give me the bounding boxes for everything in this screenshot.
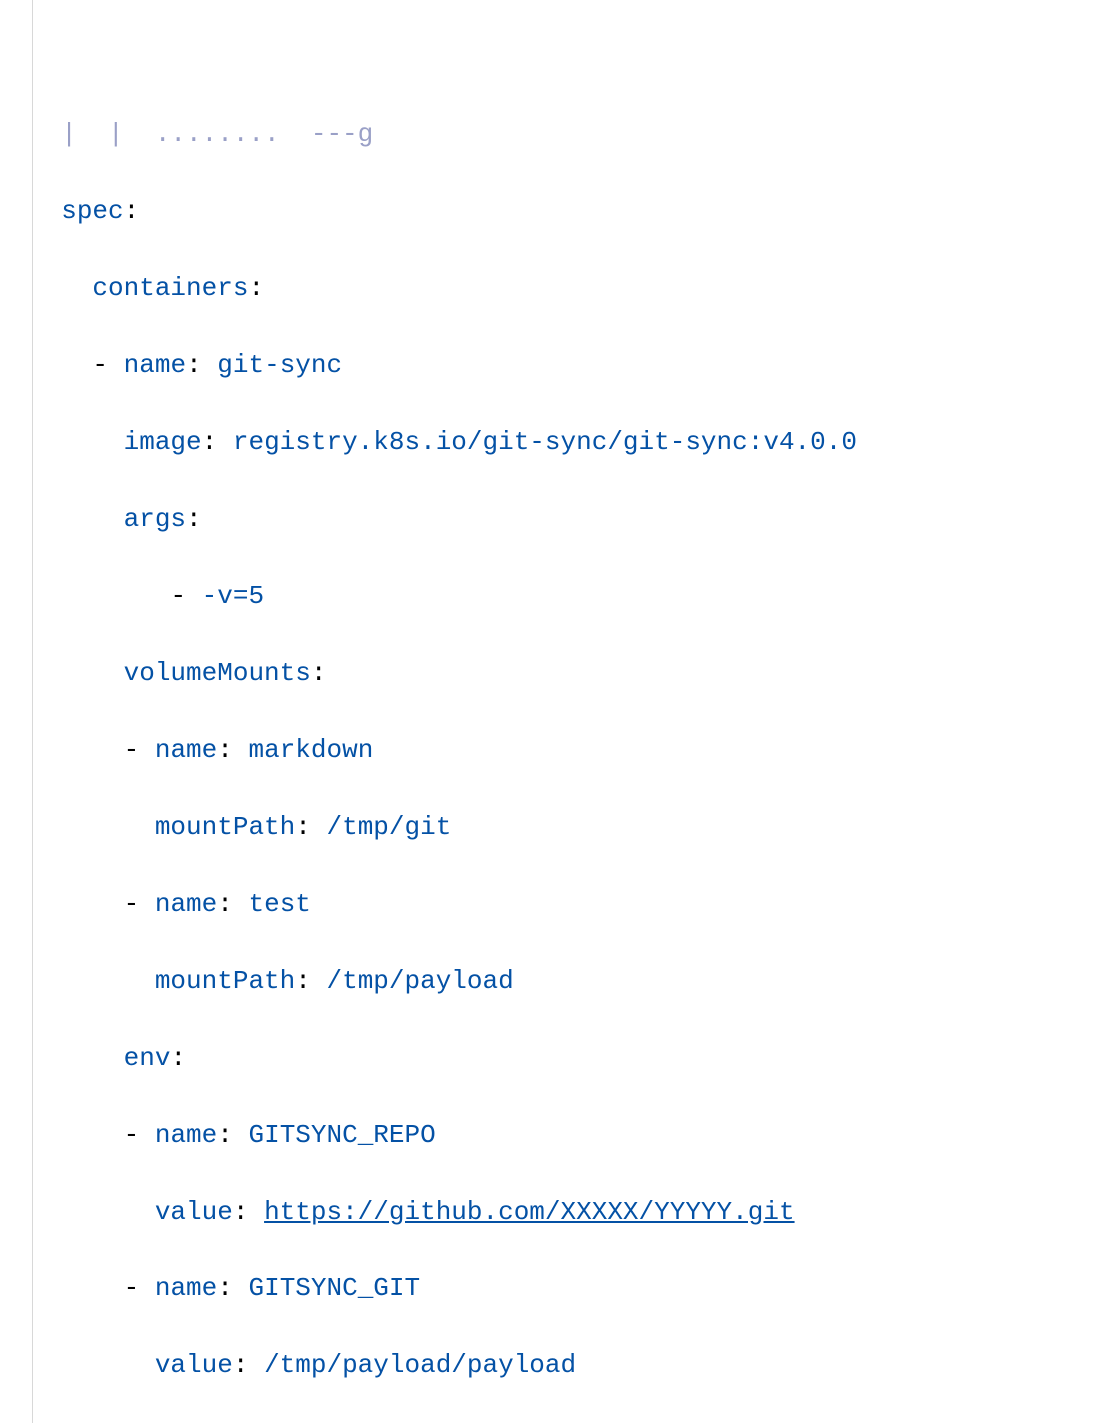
- code-line: - -v=5: [0, 577, 1106, 615]
- code-line: | | ........ ---g: [0, 115, 1106, 153]
- yaml-code-block: | | ........ ---g spec: containers: - na…: [0, 0, 1106, 1423]
- code-line: - name: git-sync: [0, 346, 1106, 384]
- yaml-key-name: name: [124, 350, 186, 380]
- yaml-key-mountpath: mountPath: [155, 812, 295, 842]
- env-value: /tmp/payload/payload: [264, 1350, 576, 1380]
- code-line: spec:: [0, 192, 1106, 230]
- yaml-key-name: name: [155, 1273, 217, 1303]
- yaml-key-args: args: [124, 504, 186, 534]
- code-line: containers:: [0, 269, 1106, 307]
- code-line: - name: test: [0, 885, 1106, 923]
- yaml-key-volumemounts: volumeMounts: [124, 658, 311, 688]
- arg-value: -v=5: [202, 581, 264, 611]
- env-name: GITSYNC_REPO: [248, 1120, 435, 1150]
- vm-path: /tmp/git: [326, 812, 451, 842]
- faded-fragment: | | ........ ---g: [30, 119, 373, 149]
- code-line: image: registry.k8s.io/git-sync/git-sync…: [0, 423, 1106, 461]
- container-name: git-sync: [217, 350, 342, 380]
- env-value-url[interactable]: https://github.com/XXXXX/YYYYY.git: [264, 1197, 795, 1227]
- yaml-key-value: value: [155, 1350, 233, 1380]
- code-line: - name: GITSYNC_REPO: [0, 1116, 1106, 1154]
- code-line: - name: markdown: [0, 731, 1106, 769]
- vm-path: /tmp/payload: [326, 966, 513, 996]
- yaml-key-name: name: [155, 735, 217, 765]
- yaml-key-image: image: [124, 427, 202, 457]
- code-line: mountPath: /tmp/payload: [0, 962, 1106, 1000]
- code-line: volumeMounts:: [0, 654, 1106, 692]
- vm-name: test: [248, 889, 310, 919]
- yaml-key-mountpath: mountPath: [155, 966, 295, 996]
- yaml-key-name: name: [155, 1120, 217, 1150]
- image-value: registry.k8s.io/git-sync/git-sync:v4.0.0: [233, 427, 857, 457]
- code-line: value: /tmp/payload/payload: [0, 1346, 1106, 1384]
- yaml-key-value: value: [155, 1197, 233, 1227]
- code-line: mountPath: /tmp/git: [0, 808, 1106, 846]
- yaml-key-env: env: [124, 1043, 171, 1073]
- yaml-key-containers: containers: [92, 273, 248, 303]
- yaml-key-name: name: [155, 889, 217, 919]
- code-line: env:: [0, 1039, 1106, 1077]
- code-line: - name: GITSYNC_GIT: [0, 1269, 1106, 1307]
- code-line: args:: [0, 500, 1106, 538]
- env-name: GITSYNC_GIT: [248, 1273, 420, 1303]
- code-line: value: https://github.com/XXXXX/YYYYY.gi…: [0, 1193, 1106, 1231]
- yaml-key-spec: spec: [61, 196, 123, 226]
- vm-name: markdown: [248, 735, 373, 765]
